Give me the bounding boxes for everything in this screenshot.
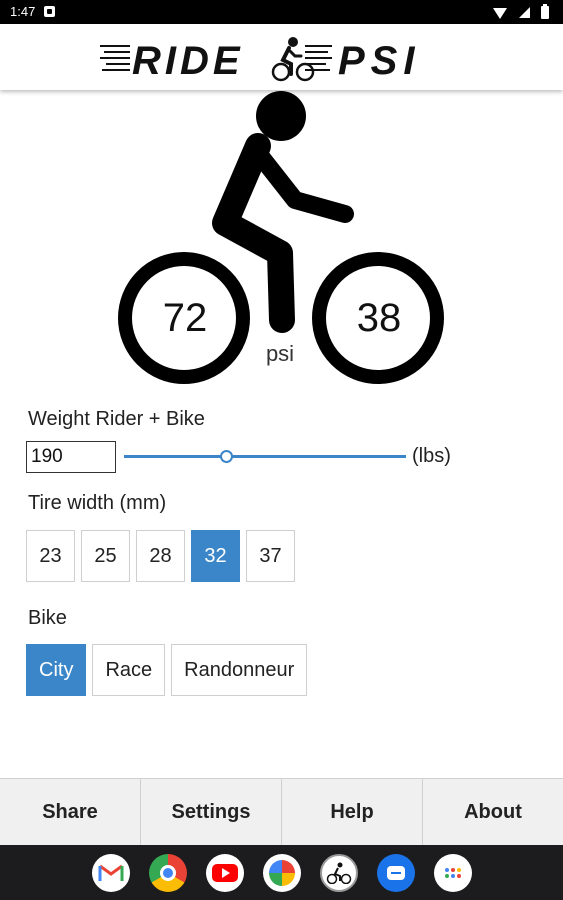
about-button[interactable]: About bbox=[423, 779, 563, 845]
tire-width-label: Tire width (mm) bbox=[28, 492, 167, 514]
rear-tire-pressure: 72 bbox=[162, 296, 208, 340]
notification-icon bbox=[44, 6, 55, 17]
logo-text-psi: PSI bbox=[338, 39, 420, 82]
rider-arm bbox=[253, 149, 354, 223]
weight-slider[interactable] bbox=[124, 447, 406, 467]
photos-icon[interactable] bbox=[262, 853, 301, 892]
share-button[interactable]: Share bbox=[0, 779, 141, 845]
bike-type-option[interactable]: City bbox=[26, 644, 87, 696]
wifi-icon bbox=[493, 8, 508, 20]
ridepsi-icon[interactable] bbox=[319, 853, 358, 892]
chrome-icon[interactable] bbox=[148, 853, 187, 892]
youtube-icon[interactable] bbox=[205, 853, 244, 892]
help-button[interactable]: Help bbox=[282, 779, 423, 845]
weight-input[interactable] bbox=[26, 441, 116, 473]
app-header: RIDE PSI bbox=[0, 24, 563, 90]
weight-unit-label: (lbs) bbox=[412, 445, 451, 467]
front-tire-pressure: 38 bbox=[356, 296, 402, 340]
weight-slider-thumb[interactable] bbox=[219, 450, 233, 463]
bike-type-option[interactable]: Race bbox=[92, 644, 166, 696]
rider-head bbox=[256, 91, 306, 141]
tire-width-option[interactable]: 25 bbox=[81, 530, 130, 582]
weight-label: Weight Rider + Bike bbox=[28, 408, 205, 430]
status-time: 1:47 bbox=[10, 4, 36, 19]
messages-icon[interactable] bbox=[376, 853, 415, 892]
battery-icon bbox=[541, 4, 549, 20]
app-drawer-icon[interactable] bbox=[433, 853, 472, 892]
app-dock bbox=[0, 845, 563, 900]
logo-text-ride: RIDE bbox=[132, 39, 244, 82]
weight-slider-track bbox=[124, 455, 406, 458]
status-icons bbox=[486, 4, 549, 20]
gmail-icon[interactable] bbox=[91, 853, 130, 892]
pressure-unit: psi bbox=[265, 341, 295, 366]
tire-width-option[interactable]: 32 bbox=[191, 530, 240, 582]
status-bar: 1:47 bbox=[0, 0, 563, 24]
settings-button[interactable]: Settings bbox=[141, 779, 282, 845]
tire-width-option[interactable]: 23 bbox=[26, 530, 75, 582]
signal-icon bbox=[518, 7, 530, 19]
bike-type-option[interactable]: Randonneur bbox=[171, 644, 308, 696]
app-logo: RIDE PSI bbox=[100, 37, 420, 82]
bottom-nav: Share Settings Help About bbox=[0, 778, 563, 845]
bike-type-selector: City Race Randonneur bbox=[26, 644, 308, 696]
tire-width-selector: 23 25 28 32 37 bbox=[26, 530, 295, 582]
tire-width-option[interactable]: 28 bbox=[136, 530, 185, 582]
tire-width-option[interactable]: 37 bbox=[246, 530, 295, 582]
bike-type-label: Bike bbox=[28, 607, 67, 629]
